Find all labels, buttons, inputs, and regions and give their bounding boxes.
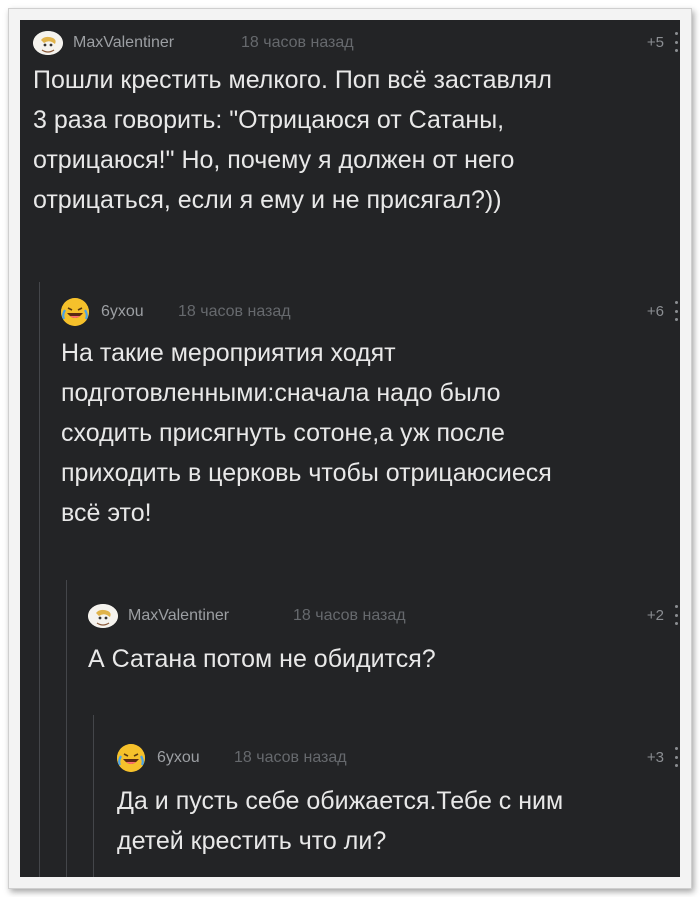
comment: 6yxou 18 часов назад +6 На такие меропри… <box>61 295 680 533</box>
comment-timestamp: 18 часов назад <box>293 607 406 624</box>
comment-header: 6yxou 18 часов назад +6 <box>61 295 680 329</box>
more-options-icon[interactable] <box>672 301 680 321</box>
comment-timestamp: 18 часов назад <box>241 34 354 51</box>
comment-text: А Сатана потом не обидится? <box>88 645 436 673</box>
comment-header: MaxValentiner 18 часов назад +5 <box>33 26 680 60</box>
laughing-crying-emoji-icon[interactable] <box>61 298 89 326</box>
more-options-icon[interactable] <box>672 32 680 52</box>
comment-score: +6 <box>646 303 664 320</box>
comment-timestamp: 18 часов назад <box>178 303 291 320</box>
comment-header: 6yxou 18 часов назад +3 <box>117 741 680 775</box>
image-frame: MaxValentiner 18 часов назад +5 Пошли кр… <box>8 8 692 889</box>
comment: 6yxou 18 часов назад +3 Да и пусть себе … <box>117 741 680 861</box>
comment: MaxValentiner 18 часов назад +2 А Сатана… <box>88 599 680 679</box>
comments-panel: MaxValentiner 18 часов назад +5 Пошли кр… <box>20 20 680 877</box>
comment-timestamp: 18 часов назад <box>234 749 347 766</box>
comment-score: +2 <box>646 607 664 624</box>
thread-line <box>93 715 94 877</box>
comment-text: Пошли крестить мелкого. Поп всё заставля… <box>33 66 552 214</box>
comment-author[interactable]: 6yxou <box>157 749 200 767</box>
comment: MaxValentiner 18 часов назад +5 Пошли кр… <box>33 26 680 220</box>
laughing-crying-emoji-icon[interactable] <box>117 744 145 772</box>
comment-author[interactable]: MaxValentiner <box>128 607 229 625</box>
comment-text: Да и пусть себе обижается.Тебе с ним дет… <box>117 787 564 855</box>
cartoon-avatar-icon[interactable] <box>88 604 118 628</box>
comment-score: +5 <box>646 34 664 51</box>
thread-line <box>66 580 67 877</box>
comment-score: +3 <box>646 749 664 766</box>
more-options-icon[interactable] <box>672 605 680 625</box>
more-options-icon[interactable] <box>672 747 680 767</box>
cartoon-avatar-icon[interactable] <box>33 31 63 55</box>
comment-header: MaxValentiner 18 часов назад +2 <box>88 599 680 633</box>
comment-author[interactable]: MaxValentiner <box>73 34 174 52</box>
comment-text: На такие мероприятия ходят подготовленны… <box>61 339 552 527</box>
comment-author[interactable]: 6yxou <box>101 303 144 321</box>
thread-line <box>39 282 40 877</box>
